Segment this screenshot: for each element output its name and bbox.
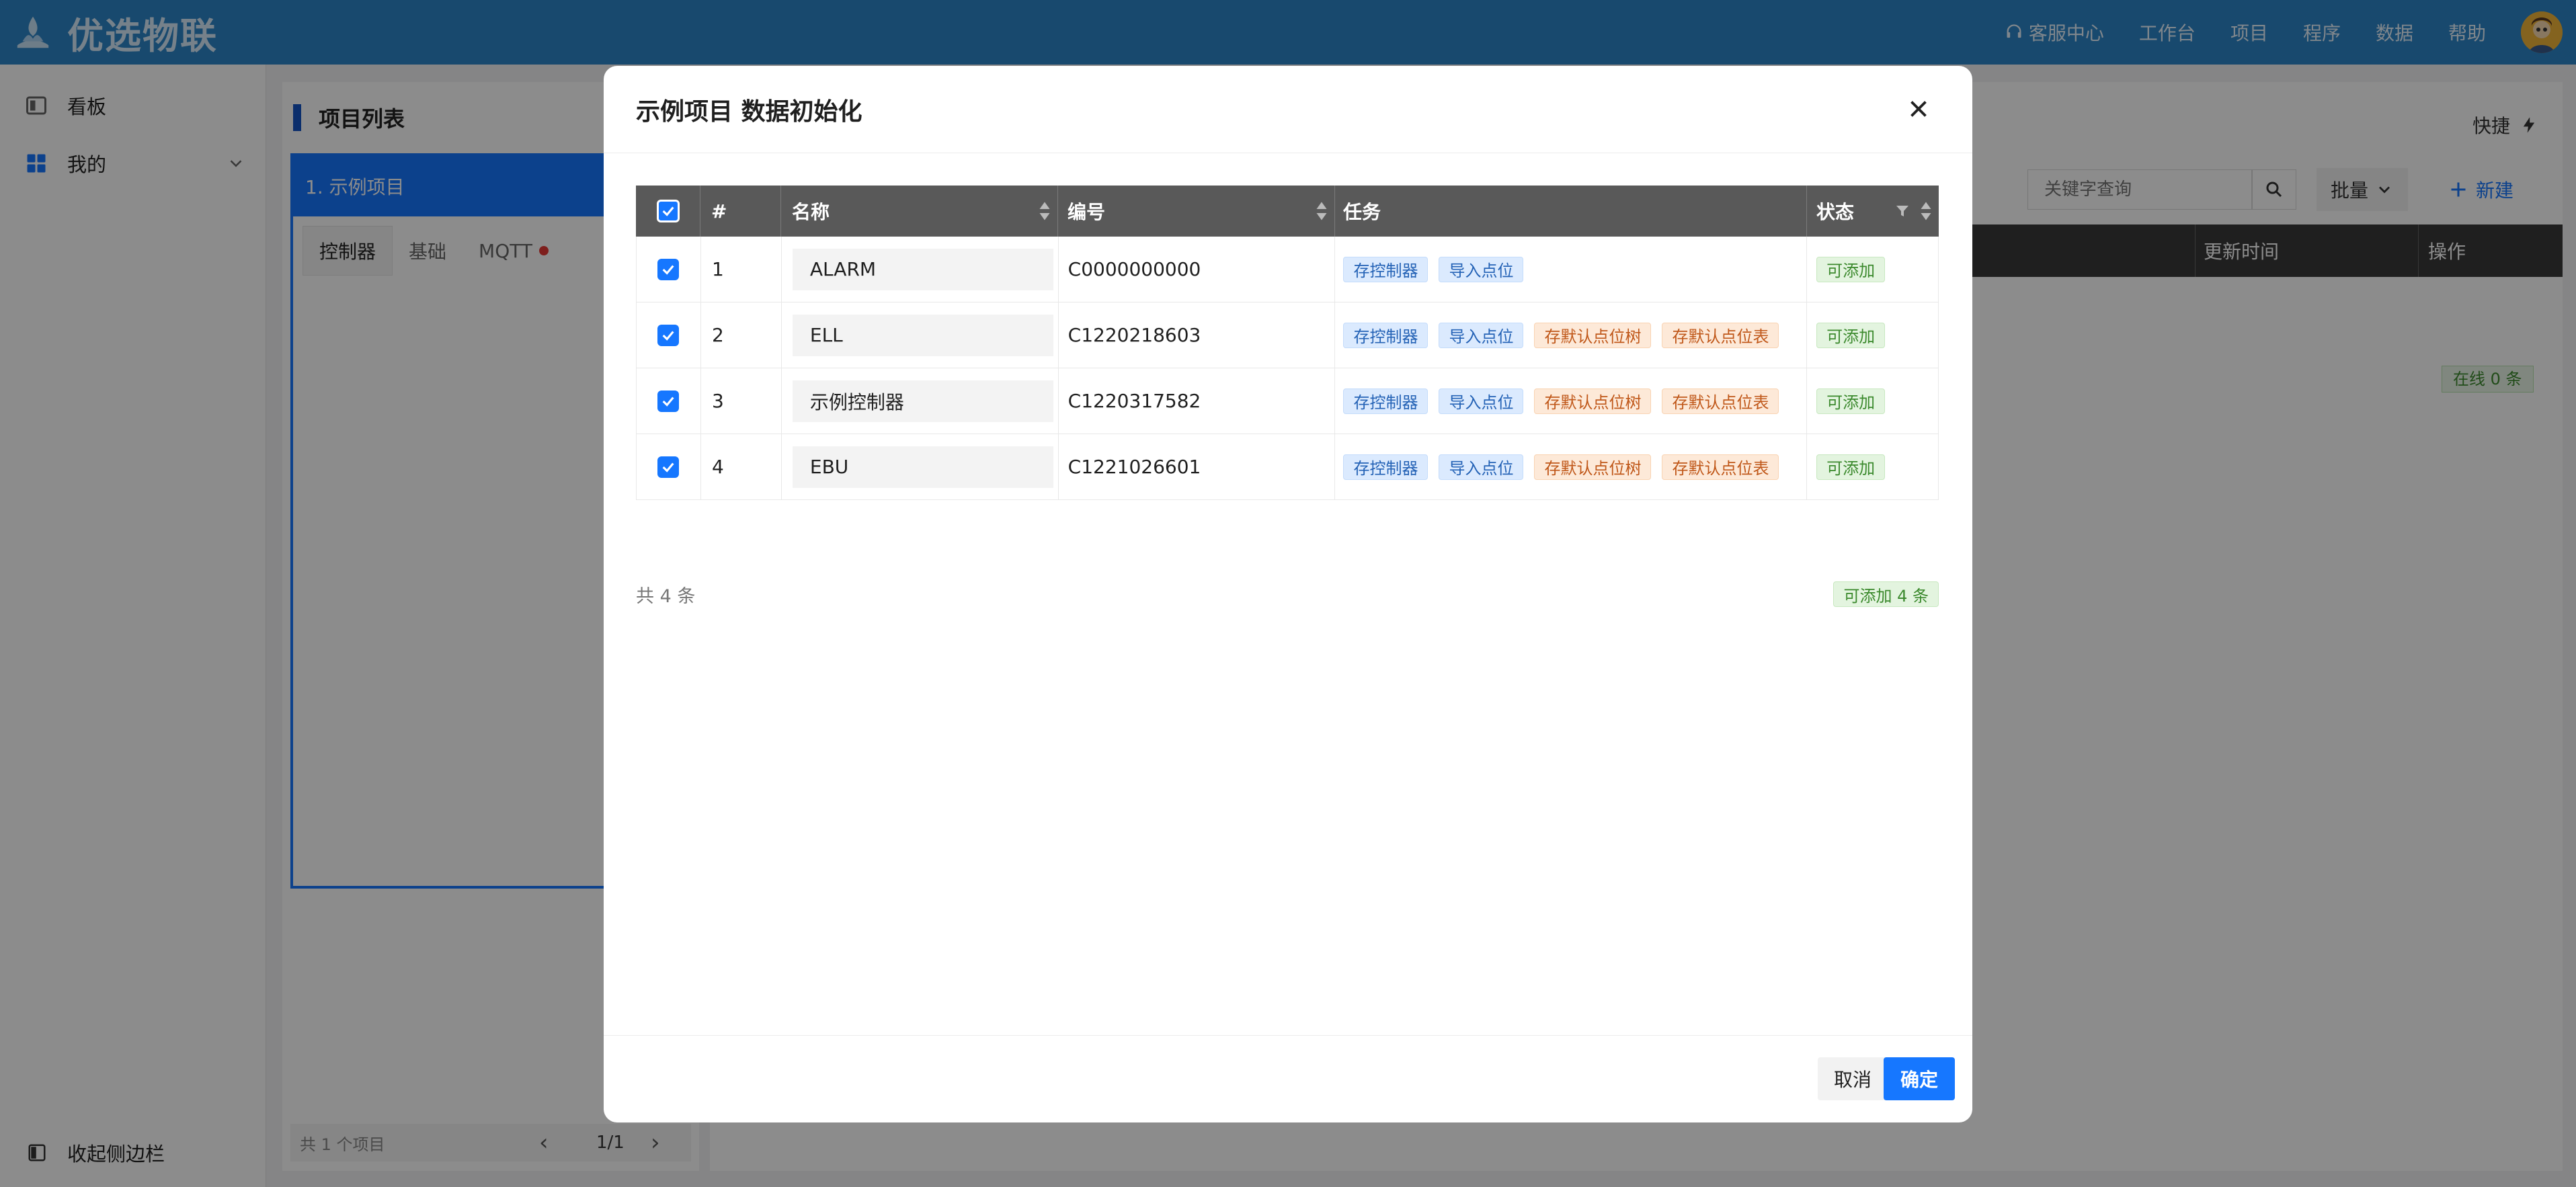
- total-count: 共 4 条: [636, 585, 696, 607]
- table-row[interactable]: 3 示例控制器 C1220317582 存控制器 导入点位 存默认点位树 存默认点位表…: [636, 368, 1939, 434]
- row-tasks: 存控制器 导入点位 存默认点位树 存默认点位表: [1335, 434, 1808, 499]
- table-row[interactable]: 2 ELL C1220218603 存控制器 导入点位 存默认点位树 存默认点位表 可…: [636, 302, 1939, 368]
- row-select-cell: [637, 237, 701, 302]
- close-icon[interactable]: [1906, 97, 1931, 121]
- modal-footer: 取消 确定: [604, 1035, 1972, 1122]
- task-tag: 存控制器: [1343, 388, 1428, 414]
- row-status-cell: 可添加: [1807, 302, 1939, 368]
- task-tag: 导入点位: [1439, 454, 1524, 480]
- column-header-index: #: [700, 186, 781, 237]
- table-body: 1 ALARM C0000000000 存控制器 导入点位 可添加 2 ELL C…: [636, 237, 1939, 500]
- task-tag: 存默认点位树: [1534, 388, 1652, 414]
- name-input[interactable]: EBU: [792, 446, 1053, 488]
- row-status-cell: 可添加: [1807, 368, 1939, 434]
- task-tag: 存默认点位表: [1662, 388, 1779, 414]
- check-icon: [662, 206, 674, 216]
- cancel-button[interactable]: 取消: [1818, 1057, 1888, 1100]
- task-tag: 存默认点位树: [1534, 322, 1652, 348]
- row-name-cell: ALARM: [782, 237, 1059, 302]
- row-select-cell: [637, 434, 701, 499]
- task-tag: 存默认点位树: [1534, 454, 1652, 480]
- check-icon: [663, 265, 674, 275]
- column-label: 名称: [792, 201, 830, 223]
- status-badge: 可添加: [1816, 322, 1886, 348]
- row-code: C1221026601: [1059, 434, 1336, 499]
- sort-icon[interactable]: [1039, 201, 1051, 221]
- confirm-button[interactable]: 确定: [1884, 1057, 1955, 1100]
- task-tag: 导入点位: [1439, 256, 1524, 282]
- sort-icon[interactable]: [1920, 201, 1932, 221]
- table-row[interactable]: 4 EBU C1221026601 存控制器 导入点位 存默认点位树 存默认点位表 可…: [636, 434, 1939, 500]
- sort-icon[interactable]: [1316, 201, 1328, 221]
- row-checkbox[interactable]: [657, 456, 680, 478]
- row-status-cell: 可添加: [1807, 237, 1939, 302]
- check-icon: [663, 462, 674, 473]
- table-footer: 共 4 条 可添加 4 条: [636, 581, 1939, 608]
- table-row[interactable]: 1 ALARM C0000000000 存控制器 导入点位 可添加: [636, 237, 1939, 302]
- name-input[interactable]: 示例控制器: [792, 380, 1053, 422]
- row-name-cell: EBU: [782, 434, 1059, 499]
- row-index: 3: [701, 368, 782, 434]
- init-data-modal: 示例项目 数据初始化 # 名称 编号 任务 状态 1 ALARM C000000…: [604, 66, 1972, 1122]
- row-tasks: 存控制器 导入点位: [1335, 237, 1808, 302]
- modal-header: 示例项目 数据初始化: [604, 66, 1972, 153]
- name-input[interactable]: ELL: [792, 314, 1053, 356]
- row-code: C1220317582: [1059, 368, 1336, 434]
- row-index: 4: [701, 434, 782, 499]
- row-tasks: 存控制器 导入点位 存默认点位树 存默认点位表: [1335, 368, 1808, 434]
- row-checkbox[interactable]: [657, 390, 680, 412]
- row-tasks: 存控制器 导入点位 存默认点位树 存默认点位表: [1335, 302, 1808, 368]
- column-header-code[interactable]: 编号: [1058, 186, 1335, 237]
- name-input[interactable]: ALARM: [792, 248, 1053, 290]
- check-icon: [663, 331, 674, 341]
- column-header-task: 任务: [1335, 186, 1807, 237]
- column-label: 编号: [1068, 201, 1106, 223]
- row-code: C0000000000: [1059, 237, 1336, 302]
- task-tag: 存默认点位表: [1662, 454, 1779, 480]
- init-table: # 名称 编号 任务 状态 1 ALARM C0000000000 存控制器 导…: [636, 186, 1939, 500]
- row-checkbox[interactable]: [657, 324, 680, 346]
- row-code: C1220218603: [1059, 302, 1336, 368]
- table-header-row: # 名称 编号 任务 状态: [636, 186, 1939, 237]
- task-tag: 存控制器: [1343, 322, 1428, 348]
- filter-icon[interactable]: [1894, 203, 1910, 219]
- task-tag: 存控制器: [1343, 454, 1428, 480]
- row-checkbox[interactable]: [657, 258, 680, 280]
- status-badge: 可添加: [1816, 256, 1886, 282]
- column-header-name[interactable]: 名称: [781, 186, 1058, 237]
- modal-title: 示例项目 数据初始化: [636, 97, 862, 126]
- task-tag: 存默认点位表: [1662, 322, 1779, 348]
- task-tag: 导入点位: [1439, 388, 1524, 414]
- check-icon: [663, 397, 674, 407]
- status-badge: 可添加: [1816, 388, 1886, 414]
- column-header-select: [636, 186, 700, 237]
- row-index: 1: [701, 237, 782, 302]
- row-name-cell: 示例控制器: [782, 368, 1059, 434]
- select-all-checkbox[interactable]: [656, 200, 680, 222]
- task-tag: 存控制器: [1343, 256, 1428, 282]
- column-label: 状态: [1816, 201, 1855, 223]
- row-status-cell: 可添加: [1807, 434, 1939, 499]
- task-tag: 导入点位: [1439, 322, 1524, 348]
- row-name-cell: ELL: [782, 302, 1059, 368]
- addable-count-badge: 可添加 4 条: [1833, 581, 1939, 607]
- row-select-cell: [637, 302, 701, 368]
- row-index: 2: [701, 302, 782, 368]
- column-header-status[interactable]: 状态: [1807, 186, 1939, 237]
- row-select-cell: [637, 368, 701, 434]
- status-badge: 可添加: [1816, 454, 1886, 480]
